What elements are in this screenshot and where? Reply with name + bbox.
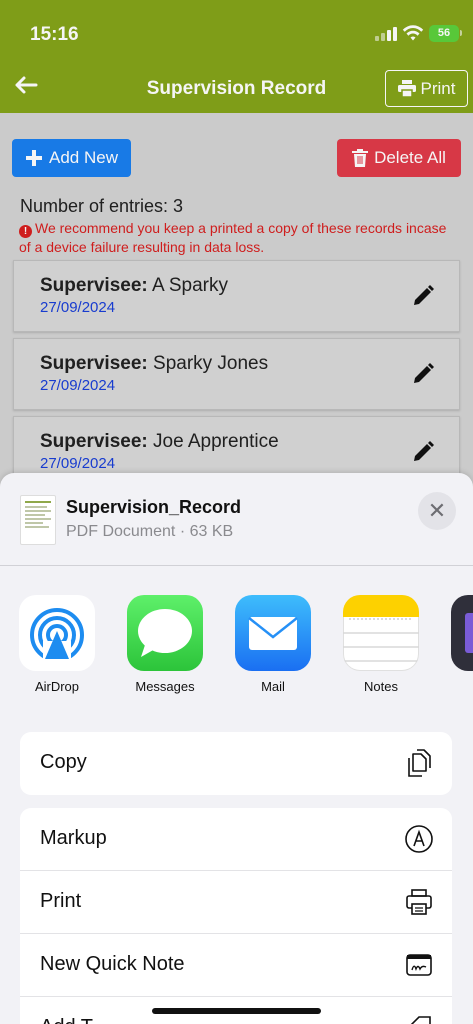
action-group-main: Markup Print New Quick Note A	[20, 808, 452, 1024]
file-name: Supervision_Record	[66, 497, 242, 517]
home-indicator[interactable]	[152, 1008, 321, 1014]
action-group-copy: Copy	[20, 732, 452, 795]
markup-icon	[405, 825, 433, 853]
share-app-notes[interactable]: Notes	[336, 595, 426, 694]
airdrop-icon	[19, 595, 95, 671]
share-sheet: Supervision_Record PDF Document · 63 KB …	[0, 473, 473, 1024]
share-app-mail[interactable]: Mail	[228, 595, 318, 694]
app-label: Mail	[261, 679, 285, 694]
quick-note-icon	[406, 954, 432, 976]
mail-icon	[235, 595, 311, 671]
share-app-j[interactable]: J	[444, 595, 473, 694]
action-print[interactable]: Print	[20, 871, 452, 934]
action-new-quick-note[interactable]: New Quick Note	[20, 934, 452, 997]
action-label: Print	[40, 890, 82, 912]
document-thumbnail	[20, 495, 56, 545]
close-icon: ✕	[427, 498, 447, 523]
share-app-airdrop[interactable]: AirDrop	[12, 595, 102, 694]
app-icon	[451, 595, 473, 671]
action-markup[interactable]: Markup	[20, 808, 452, 871]
action-label: New Quick Note	[40, 953, 185, 975]
copy-icon	[408, 749, 431, 777]
close-button[interactable]: ✕	[418, 492, 456, 530]
notes-icon	[343, 595, 419, 671]
messages-icon	[127, 595, 203, 671]
app-label: Notes	[364, 679, 398, 694]
app-label: Messages	[135, 679, 195, 694]
action-label: Copy	[40, 751, 87, 773]
action-label: Add T	[40, 1016, 93, 1024]
share-sheet-header: Supervision_Record PDF Document · 63 KB …	[0, 473, 473, 565]
printer-icon	[406, 889, 432, 915]
share-app-messages[interactable]: Messages	[120, 595, 210, 694]
app-label: AirDrop	[34, 679, 80, 694]
tag-icon	[410, 1016, 431, 1024]
action-label: Markup	[40, 827, 107, 849]
app-label: J	[444, 679, 473, 694]
file-meta: PDF Document · 63 KB	[66, 523, 234, 540]
divider	[0, 565, 473, 566]
share-apps-row: AirDrop Messages Mail Notes	[0, 595, 473, 695]
action-copy[interactable]: Copy	[20, 732, 452, 795]
